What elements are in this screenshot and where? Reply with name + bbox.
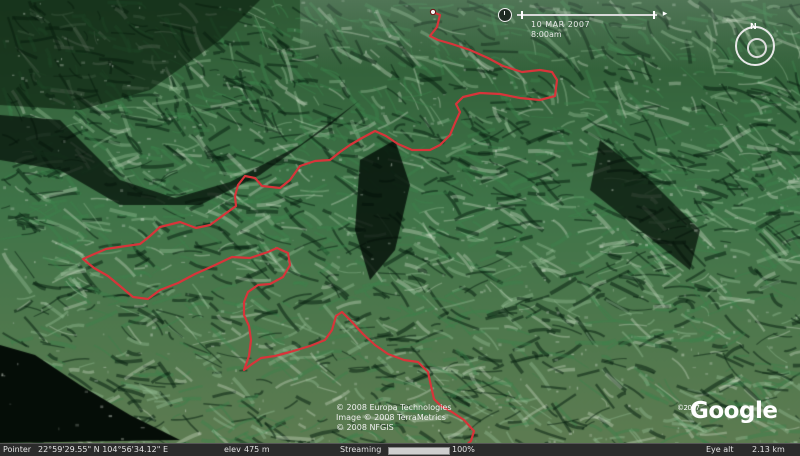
play-icon[interactable]: ▸	[659, 8, 671, 20]
time-slider-time: 8:00am	[531, 30, 562, 39]
credit-line: © 2008 NFGIS	[336, 423, 394, 432]
google-logo: ©2007 Google	[677, 398, 778, 424]
credit-line: Image © 2008 TerraMetrics	[336, 413, 446, 422]
streaming-progress-bar	[388, 447, 450, 455]
logo-year: ©2007	[677, 404, 700, 412]
credit-line: © 2008 Europa Technologies	[336, 403, 452, 412]
streaming-progress-fill	[389, 448, 449, 454]
clock-icon[interactable]	[498, 8, 512, 22]
navigation-compass[interactable]: N	[735, 22, 775, 66]
time-slider-date: 10 MAR 2007	[531, 20, 591, 29]
time-slider-end-tick[interactable]	[653, 11, 655, 19]
streaming-percent: 100%	[452, 445, 475, 454]
terrain-imagery[interactable]	[0, 0, 800, 456]
compass-north-icon[interactable]: N	[750, 22, 757, 31]
pointer-coordinates: 22°59'29.55" N 104°56'34.12" E	[38, 445, 169, 454]
imagery-credits: © 2008 Europa Technologies Image © 2008 …	[336, 403, 476, 433]
pointer-label: Pointer	[3, 445, 32, 454]
eye-alt-label: Eye alt	[706, 445, 734, 454]
streaming-label: Streaming	[340, 445, 382, 454]
logo-text: Google	[690, 398, 778, 424]
track-start-marker[interactable]	[429, 8, 437, 16]
time-slider-track[interactable]	[517, 14, 657, 16]
time-slider[interactable]: ▸ 10 MAR 2007 8:00am	[495, 4, 675, 39]
time-slider-start-tick[interactable]	[521, 11, 523, 19]
elevation-label: elev	[224, 445, 241, 454]
eye-alt-value: 2.13 km	[752, 445, 785, 454]
status-bar: Pointer 22°59'29.55" N 104°56'34.12" E e…	[0, 443, 800, 456]
compass-look-joystick[interactable]	[747, 38, 767, 58]
map-viewport[interactable]: ▸ 10 MAR 2007 8:00am N © 2008 Europa Tec…	[0, 0, 800, 456]
elevation-value: 475 m	[244, 445, 270, 454]
